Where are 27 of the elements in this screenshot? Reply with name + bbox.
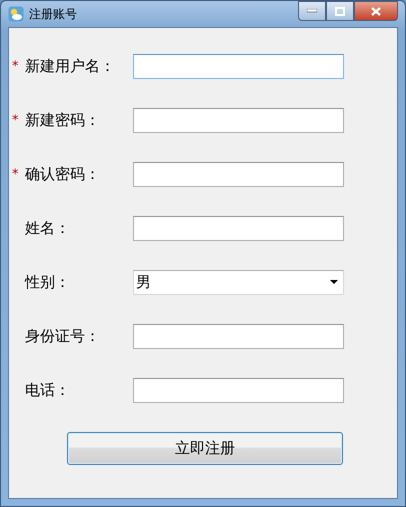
field-label: 新建密码： <box>25 110 101 130</box>
input-field[interactable] <box>133 216 344 240</box>
input-field[interactable] <box>133 324 344 348</box>
field-label: 确认密码： <box>25 164 101 184</box>
input-field[interactable] <box>133 378 344 402</box>
dropdown-arrow-icon <box>330 280 338 284</box>
window-title: 注册账号 <box>29 6 78 22</box>
field-label: 新建用户名： <box>25 56 116 76</box>
minimize-button[interactable] <box>298 1 326 21</box>
close-button[interactable] <box>354 1 398 21</box>
field-label: 身份证号： <box>25 326 101 346</box>
input-field[interactable] <box>133 162 344 186</box>
field-label: 性别： <box>25 272 71 292</box>
required-mark: * <box>11 112 20 128</box>
maximize-icon <box>335 6 345 16</box>
close-icon <box>371 6 381 16</box>
required-mark: * <box>11 166 20 182</box>
input-field[interactable] <box>133 54 344 78</box>
minimize-icon <box>307 9 317 13</box>
input-field[interactable] <box>133 108 344 132</box>
required-mark: * <box>11 58 20 74</box>
maximize-button[interactable] <box>326 1 354 21</box>
field-label: 电话： <box>25 380 71 400</box>
register-button[interactable]: 立即注册 <box>67 432 343 465</box>
gender-dropdown[interactable]: 男 <box>133 270 344 294</box>
cloud-icon <box>8 6 24 22</box>
field-label: 姓名： <box>25 218 71 238</box>
